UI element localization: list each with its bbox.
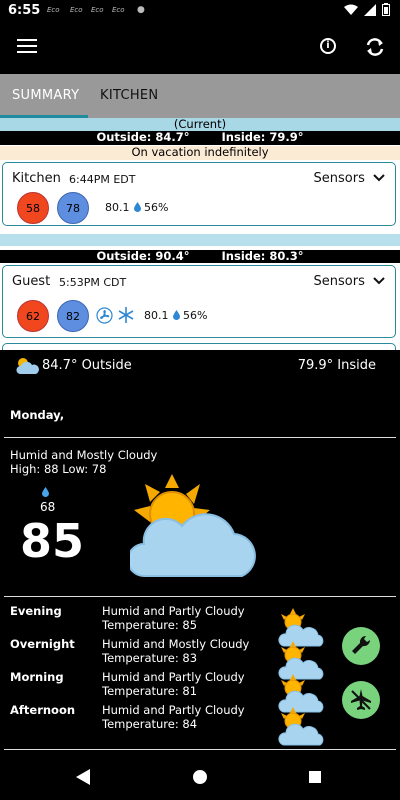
- forecast-condition: Humid and Mostly Cloudy: [102, 637, 250, 651]
- thermostat-name: Kitchen: [12, 171, 61, 186]
- group1-outside: Outside: 84.7°: [96, 130, 190, 144]
- partly-cloudy-icon: [16, 358, 39, 374]
- weather-temperature: 85: [20, 514, 85, 568]
- group1-inside: Inside: 79.9°: [221, 130, 304, 144]
- heat-setpoint[interactable]: 58: [17, 192, 49, 224]
- forecast-condition: Humid and Partly Cloudy: [102, 670, 245, 684]
- group2-outside: Outside: 90.4°: [96, 249, 190, 263]
- tab-summary[interactable]: SUMMARY: [12, 88, 79, 103]
- sensors-dropdown[interactable]: Sensors: [314, 274, 385, 289]
- app-bar: i: [0, 22, 400, 74]
- menu-icon[interactable]: [17, 39, 37, 55]
- tab-kitchen[interactable]: KITCHEN: [100, 88, 158, 103]
- weather-high-low: High: 88 Low: 78: [10, 462, 107, 476]
- back-icon[interactable]: [76, 769, 90, 785]
- notification-dot-icon: ●: [137, 5, 145, 15]
- forecast-temperature: Temperature: 84: [102, 717, 198, 731]
- sensors-dropdown[interactable]: Sensors: [314, 171, 385, 186]
- current-temp: 80.1: [144, 309, 169, 322]
- group1-outside-inside: Outside: 84.7° Inside: 79.9°: [0, 131, 400, 145]
- cool-setpoint[interactable]: 78: [57, 192, 89, 224]
- thermostat-card-partial[interactable]: [2, 343, 396, 350]
- eco-notification-icon: Eco: [47, 6, 60, 14]
- weather-humidity: 68: [40, 500, 56, 514]
- summary-content[interactable]: (Current) Outside: 84.7° Inside: 79.9° O…: [0, 118, 400, 350]
- thermostat-time: 6:44PM EDT: [69, 173, 136, 186]
- forecast-label: Evening: [10, 604, 62, 618]
- weather-inside: 79.9° Inside: [297, 358, 376, 373]
- group2-outside-inside: Outside: 90.4° Inside: 80.3°: [0, 250, 400, 263]
- current-temp: 80.1: [105, 201, 130, 214]
- mostly-cloudy-icon: [130, 474, 256, 577]
- group-spacer: [0, 234, 400, 246]
- eco-notification-icon: Eco: [70, 6, 83, 14]
- forecast-condition: Humid and Partly Cloudy: [102, 604, 245, 618]
- airplane-mode-button[interactable]: [342, 681, 380, 719]
- chevron-down-icon: [373, 174, 385, 182]
- forecast-temperature: Temperature: 83: [102, 651, 198, 665]
- weather-outside: 84.7° Outside: [42, 358, 132, 373]
- wifi-icon: [344, 4, 358, 15]
- recents-icon[interactable]: [309, 771, 321, 783]
- thermostat-card-kitchen[interactable]: Kitchen 6:44PM EDT Sensors 58 78 80.1 56…: [2, 162, 396, 226]
- cool-setpoint[interactable]: 82: [57, 300, 89, 332]
- sensors-label: Sensors: [313, 171, 365, 186]
- forecast-temperature: Temperature: 85: [102, 618, 198, 632]
- chevron-down-icon: [373, 277, 385, 285]
- status-time: 6:55: [8, 3, 41, 18]
- humidity-drop-icon: [42, 487, 49, 497]
- weather-condition: Humid and Mostly Cloudy: [10, 448, 158, 462]
- forecast-condition: Humid and Partly Cloudy: [102, 703, 245, 717]
- fan-icon: [96, 307, 113, 324]
- heat-setpoint[interactable]: 62: [17, 300, 49, 332]
- battery-icon: [382, 3, 390, 16]
- humidity: 56%: [183, 309, 208, 322]
- status-icons: [344, 3, 390, 16]
- divider: [4, 437, 396, 438]
- partly-cloudy-icon: [278, 707, 324, 746]
- signal-icon: [364, 3, 376, 16]
- forecast-label: Afternoon: [10, 703, 76, 717]
- sensors-label: Sensors: [313, 274, 365, 289]
- divider: [4, 749, 396, 750]
- thermostat-name: Guest: [12, 274, 51, 289]
- airplane-off-icon: [351, 689, 371, 710]
- info-icon[interactable]: i: [320, 38, 336, 54]
- weather-day: Monday,: [10, 408, 65, 422]
- vacation-note: On vacation indefinitely: [0, 146, 400, 160]
- humidity-drop-icon: [173, 310, 180, 320]
- humidity-drop-icon: [134, 202, 141, 212]
- wrench-icon: [352, 635, 371, 654]
- settings-wrench-button[interactable]: [342, 627, 380, 665]
- forecast-label: Morning: [10, 670, 64, 684]
- status-bar: 6:55 Eco Eco Eco Eco ●: [0, 0, 400, 22]
- home-icon[interactable]: [193, 770, 207, 784]
- eco-notification-icon: Eco: [91, 6, 104, 14]
- thermostat-time: 5:53PM CDT: [59, 276, 127, 289]
- forecast-temperature: Temperature: 81: [102, 684, 198, 698]
- humidity: 56%: [144, 201, 169, 214]
- weather-panel[interactable]: 84.7° Outside 79.9° Inside Monday, Humid…: [0, 350, 400, 755]
- group2-inside: Inside: 80.3°: [221, 249, 304, 263]
- eco-notification-icon: Eco: [112, 6, 125, 14]
- forecast-label: Overnight: [10, 637, 75, 651]
- snowflake-icon: [118, 307, 134, 323]
- tab-bar: SUMMARY KITCHEN: [0, 74, 400, 118]
- refresh-icon[interactable]: [364, 36, 386, 58]
- divider: [4, 596, 396, 597]
- system-nav-bar: [0, 755, 400, 800]
- thermostat-card-guest[interactable]: Guest 5:53PM CDT Sensors 62 82 80.1 56%: [2, 265, 396, 338]
